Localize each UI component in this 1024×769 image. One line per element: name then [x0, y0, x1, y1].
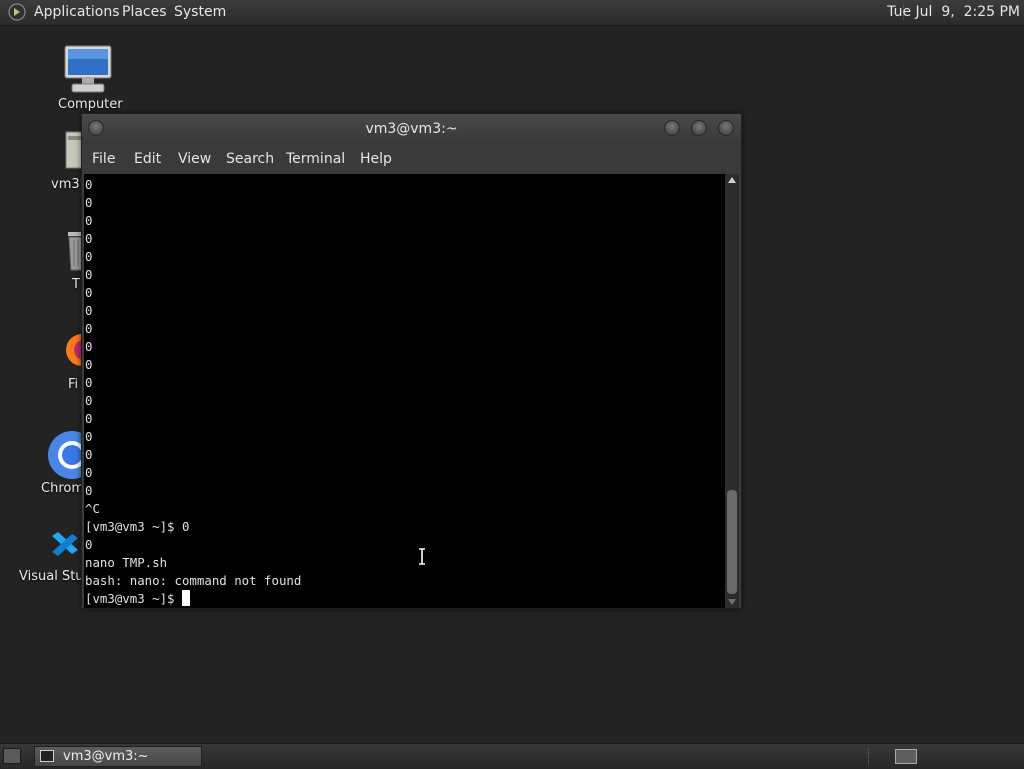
- terminal-line: 0: [85, 285, 93, 300]
- prompt-line[interactable]: [vm3@vm3 ~]$: [85, 590, 301, 608]
- home-folder-label[interactable]: vm3': [51, 177, 83, 192]
- titlebar[interactable]: vm3@vm3:~: [82, 114, 741, 144]
- system-menu[interactable]: System: [174, 4, 226, 20]
- computer-label[interactable]: Computer: [58, 97, 123, 112]
- mouse-ibeam-cursor-icon: [419, 548, 425, 565]
- menu-help[interactable]: Help: [360, 151, 392, 167]
- workspace-switcher[interactable]: [895, 749, 917, 764]
- terminal-line: 0: [85, 303, 93, 318]
- maximize-button[interactable]: [691, 120, 707, 136]
- shell-prompt: [vm3@vm3 ~]$: [85, 591, 182, 606]
- top-panel: Applications Places System Tue Jul 9, 2:…: [0, 0, 1024, 26]
- scrollbar-thumb[interactable]: [727, 490, 737, 594]
- terminal-line: 0: [85, 267, 93, 282]
- terminal-scrollbar[interactable]: [725, 174, 739, 608]
- terminal-line: 0: [85, 537, 93, 552]
- clock[interactable]: Tue Jul 9, 2:25 PM: [887, 4, 1020, 20]
- menu-search[interactable]: Search: [226, 151, 274, 167]
- bottom-panel: vm3@vm3:~: [0, 743, 1024, 769]
- chrome-icon[interactable]: [46, 430, 82, 480]
- minimize-button[interactable]: [664, 120, 680, 136]
- menu-view[interactable]: View: [178, 151, 211, 167]
- trash-label[interactable]: T: [72, 277, 80, 292]
- firefox-icon[interactable]: [64, 330, 82, 370]
- computer-icon[interactable]: [62, 44, 114, 96]
- terminal-line: ^C: [85, 501, 100, 516]
- text-cursor: [181, 590, 190, 606]
- terminal-window[interactable]: vm3@vm3:~ File Edit View Search Terminal…: [81, 113, 742, 609]
- terminal-line: 0: [85, 411, 93, 426]
- chrome-label[interactable]: Chrom: [41, 481, 84, 496]
- gnome-foot-icon[interactable]: [8, 3, 26, 21]
- terminal-line: bash: nano: command not found: [85, 573, 302, 588]
- terminal-lines: 0 0 0 0 0 0 0 0 0 0 0 0 0 0 0 0 0 0 ^C […: [85, 176, 301, 608]
- menu-file[interactable]: File: [92, 151, 115, 167]
- terminal-line: 0: [85, 429, 93, 444]
- taskbar-window-button[interactable]: vm3@vm3:~: [34, 746, 202, 767]
- terminal-line: 0: [85, 321, 93, 336]
- terminal-line: 0: [85, 375, 93, 390]
- firefox-label[interactable]: Fi: [68, 377, 78, 392]
- show-desktop-icon[interactable]: [3, 748, 21, 764]
- vscode-icon[interactable]: [50, 526, 82, 562]
- terminal-line: 0: [85, 465, 93, 480]
- terminal-line: 0: [85, 393, 93, 408]
- terminal-line: 0: [85, 249, 93, 264]
- panel-separator: [868, 748, 869, 765]
- terminal-menubar: File Edit View Search Terminal Help: [82, 144, 741, 172]
- terminal-line: 0: [85, 177, 93, 192]
- scroll-down-arrow-icon[interactable]: [728, 599, 736, 605]
- trash-icon[interactable]: [66, 228, 82, 272]
- terminal-line: [vm3@vm3 ~]$ 0: [85, 519, 190, 534]
- terminal-line: 0: [85, 213, 93, 228]
- scroll-up-arrow-icon[interactable]: [728, 177, 736, 183]
- terminal-line: 0: [85, 195, 93, 210]
- terminal-line: 0: [85, 483, 93, 498]
- terminal-line: nano TMP.sh: [85, 555, 168, 570]
- menu-edit[interactable]: Edit: [134, 151, 161, 167]
- taskbar-window-label: vm3@vm3:~: [63, 749, 149, 764]
- terminal-output[interactable]: 0 0 0 0 0 0 0 0 0 0 0 0 0 0 0 0 0 0 ^C […: [84, 174, 725, 608]
- terminal-line: 0: [85, 339, 93, 354]
- places-menu[interactable]: Places: [122, 4, 167, 20]
- close-button[interactable]: [718, 120, 734, 136]
- window-title: vm3@vm3:~: [365, 121, 458, 137]
- terminal-line: 0: [85, 447, 93, 462]
- menu-terminal[interactable]: Terminal: [286, 151, 345, 167]
- terminal-line: 0: [85, 357, 93, 372]
- terminal-line: 0: [85, 231, 93, 246]
- terminal-task-icon: [40, 750, 54, 762]
- applications-menu[interactable]: Applications: [34, 4, 120, 20]
